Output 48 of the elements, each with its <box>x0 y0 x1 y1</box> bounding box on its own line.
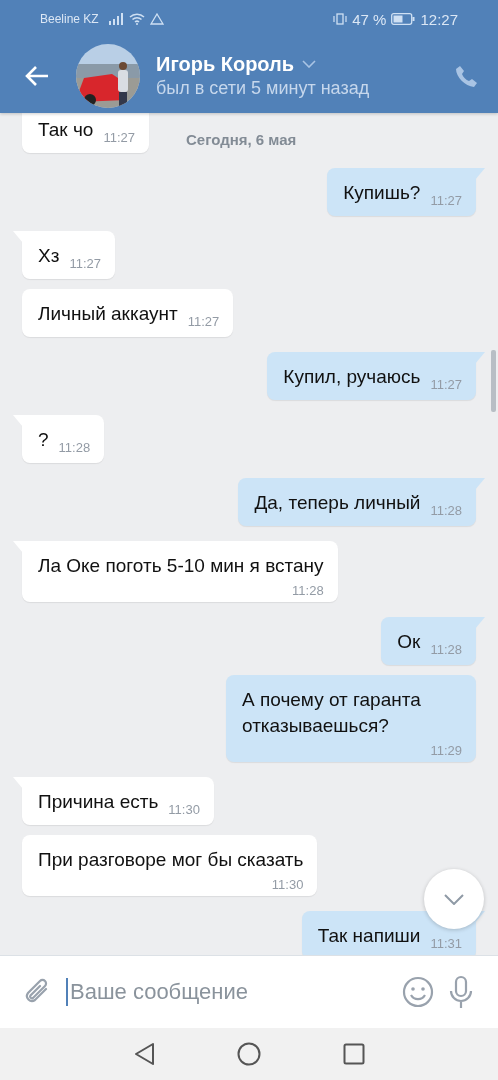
battery-icon <box>391 13 416 25</box>
message-time: 11:27 <box>430 377 462 392</box>
recents-icon[interactable] <box>343 1043 365 1065</box>
date-label: Сегодня, 6 мая <box>186 131 297 148</box>
message-text: Да, теперь личный <box>254 491 421 515</box>
carrier-name: Beeline KZ <box>40 12 99 26</box>
message-text: Так напиши <box>317 924 421 948</box>
last-seen: был в сети 5 минут назад <box>156 77 371 99</box>
message-time: 11:30 <box>271 877 304 892</box>
message-time: 11:31 <box>430 936 462 951</box>
scrollbar-thumb <box>491 350 496 412</box>
scroll-down-button[interactable] <box>424 869 484 929</box>
message-text: ? <box>38 428 49 452</box>
message-text: Ок <box>397 630 421 654</box>
message-time: 11:27 <box>69 256 101 271</box>
message-text: Хз <box>38 244 60 268</box>
message-time: 11:28 <box>292 583 324 598</box>
message-text: А почему от гаранта отказываешься? <box>242 688 422 738</box>
message-time: 11:28 <box>58 440 91 455</box>
message-text: При разговоре мог бы сказать <box>38 848 304 872</box>
wifi-icon <box>128 13 145 25</box>
signal-icon <box>107 13 124 25</box>
chevron-down-icon <box>444 893 464 905</box>
emoji-icon[interactable] <box>402 976 434 1008</box>
chevron-down-icon[interactable] <box>302 60 317 68</box>
message-text: Купишь? <box>343 181 421 205</box>
home-icon[interactable] <box>237 1042 261 1066</box>
microphone-icon[interactable] <box>448 975 474 1009</box>
message-text: Так чо <box>38 118 94 142</box>
message-time: 11:28 <box>430 642 462 657</box>
message-time: 11:30 <box>168 802 200 817</box>
message-text: Ла Оке поготь 5-10 мин я встану <box>38 554 324 578</box>
phone-icon <box>454 63 478 88</box>
back-icon[interactable] <box>133 1042 155 1066</box>
clock: 12:27 <box>420 10 458 28</box>
warning-icon <box>149 13 164 25</box>
vibrate-icon <box>333 13 348 25</box>
battery-percent: 47 % <box>352 10 387 28</box>
contact-name[interactable]: Игорь Король <box>156 52 295 76</box>
message-text: Личный аккаунт <box>38 302 178 326</box>
message-time: 11:29 <box>430 743 462 758</box>
message-text: Причина есть <box>38 790 159 814</box>
message-time: 11:27 <box>187 314 220 329</box>
message-time: 11:28 <box>430 503 462 518</box>
message-time: 11:27 <box>430 193 462 208</box>
back-arrow-icon <box>24 64 50 87</box>
message-text: Купил, ручаюсь <box>283 365 421 389</box>
message-time: 11:27 <box>103 130 135 145</box>
